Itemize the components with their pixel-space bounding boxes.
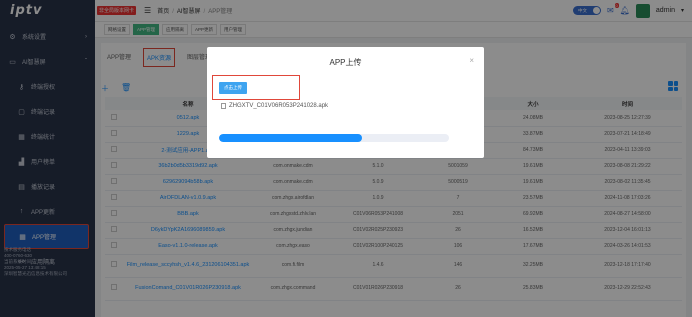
app-root: iptv ⚙ 系统设置 › ▭ AI智慧屏 ˇ ⚷ 终端授权 ▢ 终端记录 ▦ … (0, 0, 692, 317)
file-icon (221, 103, 226, 109)
close-icon[interactable]: × (469, 56, 474, 65)
upload-progress (219, 134, 449, 142)
uploaded-file: ZHGXTV_C01V06R053P241028.apk (221, 103, 328, 109)
upload-area: 点击上传 (212, 75, 300, 100)
upload-dialog: APP上传 × 点击上传 ZHGXTV_C01V06R053P241028.ap… (207, 47, 484, 158)
upload-button[interactable]: 点击上传 (219, 82, 247, 94)
dialog-title: APP上传 (329, 58, 362, 67)
upload-progress-fill (219, 134, 362, 142)
file-name: ZHGXTV_C01V06R053P241028.apk (229, 103, 329, 109)
